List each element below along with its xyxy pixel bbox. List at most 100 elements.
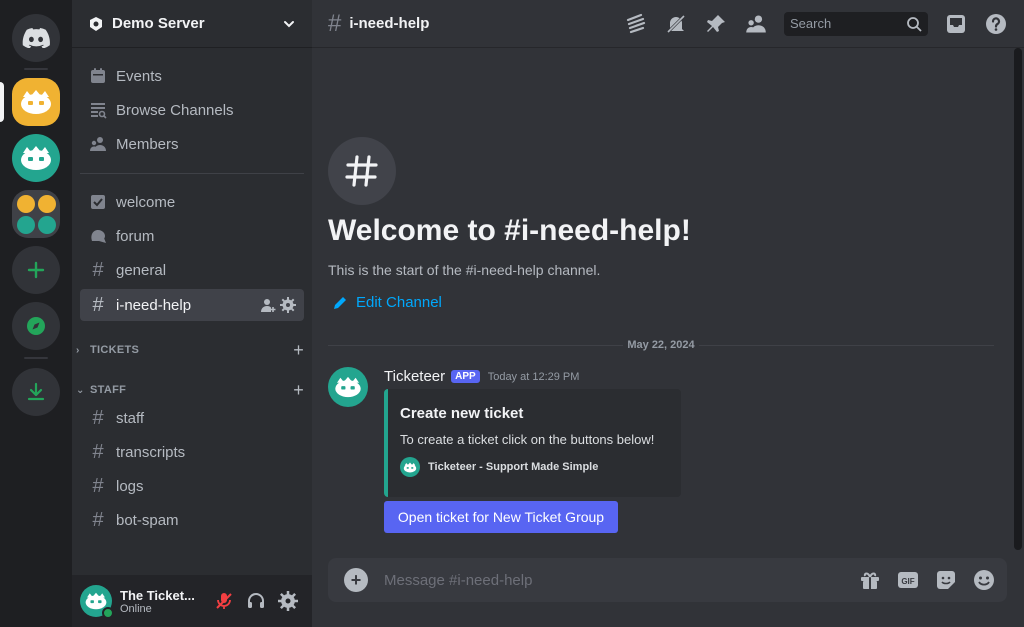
bot-face-icon: [400, 457, 420, 477]
community-badge-icon: [90, 16, 102, 31]
search-icon: [907, 16, 922, 32]
sidebar-item-events[interactable]: Events: [80, 60, 304, 92]
deafen-button[interactable]: [240, 585, 272, 617]
text-channel-icon: #: [92, 508, 104, 531]
hash-icon: [345, 155, 378, 187]
channel-title: i-need-help: [349, 15, 430, 32]
threads-button[interactable]: [624, 12, 648, 36]
direct-messages-button[interactable]: [12, 14, 60, 62]
channel-welcome[interactable]: welcome: [80, 186, 304, 218]
username: The Ticket...: [120, 587, 195, 603]
text-channel-icon: #: [92, 258, 104, 281]
date-divider-label: May 22, 2024: [627, 339, 695, 351]
discord-logo-icon: [22, 28, 50, 48]
edit-channel-label: Edit Channel: [356, 294, 442, 311]
attach-plus-icon[interactable]: +: [344, 568, 368, 592]
explore-servers-button[interactable]: [12, 302, 60, 350]
user-status: Online: [120, 602, 152, 615]
channel-general[interactable]: # general: [80, 254, 304, 286]
pin-icon: [707, 14, 725, 32]
channel-sidebar: Demo Server Events Browse Channels Membe…: [72, 0, 312, 627]
server-folder[interactable]: [12, 190, 60, 238]
embed-footer: Ticketeer - Support Made Simple: [400, 457, 669, 477]
online-status-dot: [102, 607, 114, 619]
notification-settings-button[interactable]: [664, 12, 688, 36]
help-button[interactable]: [984, 12, 1008, 36]
chevron-right-icon: ›: [76, 344, 80, 356]
forum-channel-icon: [88, 226, 108, 246]
calendar-icon: [88, 66, 108, 86]
channel-logs[interactable]: # logs: [80, 470, 304, 502]
category-staff[interactable]: ⌄ STAFF +: [76, 380, 304, 400]
sidebar-item-label: Members: [116, 135, 179, 153]
sticker-icon[interactable]: [935, 569, 957, 591]
edit-channel-link[interactable]: Edit Channel: [332, 294, 442, 311]
channel-forum[interactable]: forum: [80, 220, 304, 252]
members-icon: [88, 134, 108, 154]
add-server-button[interactable]: [12, 246, 60, 294]
sidebar-item-browse-channels[interactable]: Browse Channels: [80, 94, 304, 126]
channel-i-need-help[interactable]: # i-need-help: [80, 289, 304, 321]
avatar[interactable]: [328, 367, 368, 407]
channel-staff[interactable]: # staff: [80, 402, 304, 434]
inbox-icon: [947, 14, 965, 33]
emoji-icon[interactable]: [973, 569, 995, 591]
text-channel-icon: #: [92, 440, 104, 463]
folder-server-icon: [16, 194, 35, 213]
gift-icon[interactable]: [859, 569, 881, 591]
text-channel-icon: #: [92, 474, 104, 497]
server-icon-yellow[interactable]: [12, 78, 60, 126]
channel-transcripts[interactable]: # transcripts: [80, 436, 304, 468]
bell-muted-icon: [666, 14, 686, 33]
user-settings-button[interactable]: [272, 585, 304, 617]
bot-face-icon: [21, 146, 51, 170]
members-icon: [746, 14, 766, 33]
channel-header: # i-need-help Search: [312, 0, 1024, 48]
message-composer: + Message #i-need-help GIF: [328, 558, 1007, 602]
folder-server-icon: [37, 194, 56, 213]
invite-icon[interactable]: [260, 297, 276, 313]
server-name: Demo Server: [112, 15, 205, 32]
selected-server-pill: [0, 82, 4, 122]
server-header[interactable]: Demo Server: [72, 0, 312, 48]
open-ticket-button[interactable]: Open ticket for New Ticket Group: [384, 501, 618, 533]
chat-area: # i-need-help Search Welcome to #i-need-…: [312, 0, 1024, 627]
embed-description: To create a ticket click on the buttons …: [400, 432, 655, 447]
channel-bot-spam[interactable]: # bot-spam: [80, 504, 304, 536]
create-channel-icon[interactable]: +: [293, 380, 304, 401]
gif-icon[interactable]: GIF: [897, 569, 919, 591]
channel-label: staff: [116, 409, 145, 427]
inbox-button[interactable]: [944, 12, 968, 36]
sidebar-item-members[interactable]: Members: [80, 128, 304, 160]
chevron-down-icon: ⌄: [76, 384, 85, 396]
help-icon: [986, 13, 1006, 34]
user-info[interactable]: The Ticket... Online: [120, 588, 208, 615]
gear-icon[interactable]: [280, 297, 296, 313]
create-channel-icon[interactable]: +: [293, 340, 304, 361]
download-apps-button[interactable]: [12, 368, 60, 416]
headphones-icon: [248, 593, 264, 608]
message-input[interactable]: Message #i-need-help: [384, 572, 859, 589]
text-channel-icon: #: [92, 293, 104, 316]
channel-label: general: [116, 261, 167, 279]
search-input[interactable]: Search: [784, 11, 928, 36]
browse-channels-icon: [88, 100, 108, 120]
category-tickets[interactable]: › TICKETS +: [76, 340, 304, 360]
message-embed: Create new ticket To create a ticket cli…: [384, 389, 681, 497]
server-icon-teal[interactable]: [12, 134, 60, 182]
member-list-button[interactable]: [744, 12, 768, 36]
threads-icon: [626, 13, 646, 33]
pinned-messages-button[interactable]: [704, 12, 728, 36]
rail-separator: [24, 68, 48, 70]
sidebar-item-label: Browse Channels: [116, 101, 234, 119]
avatar[interactable]: [80, 585, 114, 619]
gear-icon: [278, 591, 298, 611]
text-channel-icon: #: [328, 9, 342, 37]
embed-title: Create new ticket: [400, 405, 524, 422]
message-author[interactable]: Ticketeer: [384, 368, 445, 385]
channel-label: welcome: [116, 193, 176, 211]
channel-label: logs: [116, 477, 144, 495]
mute-button[interactable]: [208, 585, 240, 617]
scrollbar-thumb[interactable]: [1014, 48, 1022, 550]
pencil-icon: [334, 296, 346, 309]
